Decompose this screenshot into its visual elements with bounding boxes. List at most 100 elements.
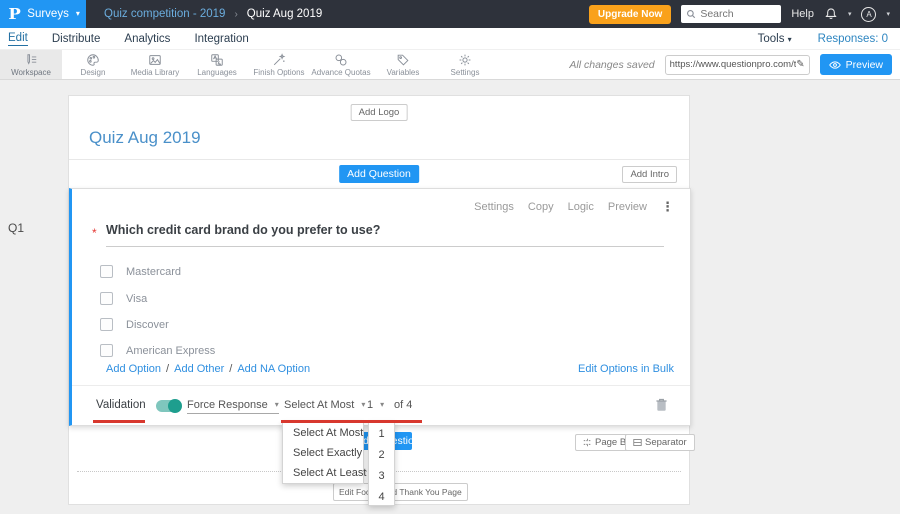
tools-menu[interactable]: Tools ▾ (758, 33, 792, 45)
force-response-dropdown[interactable]: Force Response ▾ (187, 399, 279, 414)
annotation-underline-rule (281, 420, 422, 423)
question-preview-link[interactable]: Preview (608, 201, 647, 213)
toolbar-item-settings[interactable]: Settings (434, 50, 496, 79)
question-text-underline (106, 246, 664, 247)
menu-item-count-4[interactable]: 4 (369, 486, 394, 507)
responses-count[interactable]: Responses: 0 (818, 33, 888, 45)
search-box[interactable] (681, 5, 782, 23)
breadcrumb-parent[interactable]: Quiz competition - 2019 (104, 8, 225, 20)
toolbar-item-languages[interactable]: Languages (186, 50, 248, 79)
separator-button[interactable]: Separator (625, 434, 695, 451)
toolbar-item-variables[interactable]: Variables (372, 50, 434, 79)
menu-item-count-2[interactable]: 2 (369, 444, 394, 465)
question-logic-link[interactable]: Logic (568, 201, 594, 213)
design-palette-icon (87, 53, 99, 66)
survey-url-input[interactable] (669, 59, 797, 70)
finish-options-wand-icon (273, 52, 286, 65)
nav-tab-analytics[interactable]: Analytics (124, 33, 170, 45)
breadcrumb-current: Quiz Aug 2019 (246, 8, 323, 20)
chevron-down-icon: ▾ (380, 400, 385, 409)
upgrade-now-button[interactable]: Upgrade Now (588, 4, 672, 24)
menu-item-count-3[interactable]: 3 (369, 465, 394, 486)
save-status: All changes saved (569, 58, 655, 71)
survey-nav: Edit Distribute Analytics Integration To… (0, 28, 900, 50)
media-library-icon (149, 54, 161, 65)
delete-question-trash-icon[interactable] (655, 397, 668, 412)
separator-icon (633, 439, 642, 446)
chevron-down-icon: ▾ (787, 34, 792, 44)
required-marker: * (92, 226, 97, 240)
toolbar-item-design[interactable]: Design (62, 50, 124, 79)
breadcrumb-separator-icon: › (234, 8, 238, 20)
question-text[interactable]: Which credit card brand do you prefer to… (106, 223, 380, 237)
nav-tab-edit[interactable]: Edit (8, 32, 28, 46)
add-question-button-top[interactable]: Add Question (339, 165, 419, 183)
validation-toggle[interactable] (156, 399, 182, 413)
toolbar-item-advance-quotas[interactable]: Advance Quotas (310, 50, 372, 79)
add-logo-button[interactable]: Add Logo (350, 104, 408, 121)
search-input[interactable] (700, 8, 773, 20)
avatar[interactable]: A (861, 6, 877, 22)
add-na-option-link[interactable]: Add NA Option (237, 363, 310, 375)
menu-item-count-1[interactable]: 1 (369, 423, 394, 444)
menu-item-select-at-most[interactable]: Select At Most (283, 423, 363, 443)
workspace-icon (27, 53, 37, 65)
checkbox[interactable] (100, 292, 113, 305)
editor-toolbar: Workspace Design Media Library Languages… (0, 50, 900, 80)
validation-rule-menu: Select At Most Select Exactly Select At … (282, 422, 366, 484)
edit-footer-thankyou-button[interactable]: Edit Footer and Thank You Page (333, 483, 468, 501)
help-link[interactable]: Help (791, 8, 814, 20)
header-divider (69, 159, 689, 160)
validation-rule-dropdown[interactable]: Select At Most ▾ (284, 399, 365, 411)
product-name: Surveys (27, 8, 69, 20)
answer-option-row: Visa (100, 292, 147, 305)
validation-bar: Validation Force Response ▾ Select At Mos… (72, 385, 690, 425)
notifications-bell-icon[interactable] (824, 7, 838, 21)
kebab-menu-icon[interactable]: ⋮ (661, 199, 674, 215)
survey-url-box[interactable]: ✎ (664, 54, 810, 75)
add-intro-button[interactable]: Add Intro (622, 166, 677, 183)
validation-count-menu: 1 2 3 4 (368, 422, 395, 506)
chevron-down-icon: ▾ (361, 400, 366, 409)
checkbox[interactable] (100, 318, 113, 331)
nav-tab-distribute[interactable]: Distribute (52, 33, 101, 45)
edit-url-pencil-icon[interactable]: ✎ (796, 59, 804, 70)
question-copy-link[interactable]: Copy (528, 201, 554, 213)
variables-tag-icon (397, 54, 409, 65)
checkbox[interactable] (100, 344, 113, 357)
survey-canvas: Add Logo Quiz Aug 2019 Add Question Add … (68, 95, 695, 506)
annotation-underline-validation (93, 420, 145, 423)
answer-option-row: Discover (100, 318, 169, 331)
languages-icon (211, 53, 223, 66)
answer-option-row: Mastercard (100, 265, 181, 278)
eye-icon (828, 60, 841, 69)
top-bar: P Surveys ▾ Quiz competition - 2019 › Qu… (0, 0, 900, 28)
toolbar-item-finish-options[interactable]: Finish Options (248, 50, 310, 79)
add-option-link[interactable]: Add Option (106, 363, 161, 375)
chevron-down-icon: ▾ (274, 400, 279, 409)
chevron-down-icon: ▾ (75, 9, 80, 18)
survey-title[interactable]: Quiz Aug 2019 (89, 128, 201, 148)
question-settings-link[interactable]: Settings (474, 201, 514, 213)
answer-option-row: American Express (100, 344, 215, 357)
edit-options-bulk-link[interactable]: Edit Options in Bulk (578, 363, 674, 375)
preview-button[interactable]: Preview (819, 54, 892, 75)
validation-count-dropdown[interactable]: 1 ▾ (367, 399, 384, 411)
page-break-icon (583, 438, 592, 447)
toolbar-item-workspace[interactable]: Workspace (0, 50, 62, 79)
checkbox[interactable] (100, 265, 113, 278)
search-icon (687, 10, 696, 19)
chevron-down-icon[interactable]: ▾ (848, 10, 852, 18)
menu-item-select-exactly[interactable]: Select Exactly (283, 443, 363, 463)
add-other-link[interactable]: Add Other (174, 363, 224, 375)
product-switcher[interactable]: P Surveys ▾ (0, 0, 86, 28)
validation-label: Validation (96, 399, 146, 411)
chevron-down-icon[interactable]: ▾ (886, 10, 890, 18)
nav-tab-integration[interactable]: Integration (194, 33, 248, 45)
settings-gear-icon (459, 54, 471, 65)
toolbar-item-media-library[interactable]: Media Library (124, 50, 186, 79)
question-id-label: Q1 (8, 221, 25, 235)
breadcrumb: Quiz competition - 2019 › Quiz Aug 2019 (104, 8, 322, 20)
menu-item-select-at-least[interactable]: Select At Least (283, 463, 366, 483)
of-total-label: of 4 (394, 399, 413, 411)
